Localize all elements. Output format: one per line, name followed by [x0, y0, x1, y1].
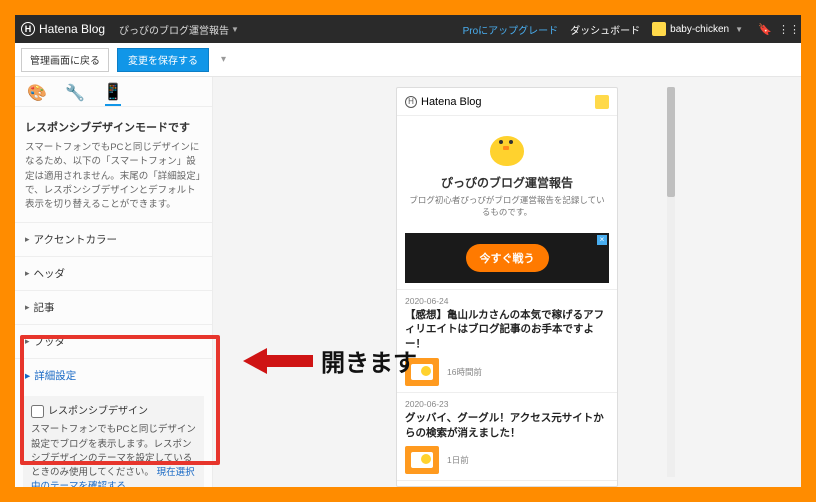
chevron-right-icon: ▸ [25, 370, 30, 382]
post-item[interactable]: 2020-06-22 [397, 480, 617, 486]
sidebar-item-header[interactable]: ▸ ヘッダ [15, 256, 212, 290]
post-ago: 1日前 [447, 454, 469, 466]
mobile-preview: H Hatena Blog ぴっぴのブログ運営報告 ブログ初心者ぴっぴがブログ運… [396, 87, 618, 487]
toolbar: 管理画面に戻る 変更を保存する ▾ [15, 43, 801, 77]
scrollbar[interactable] [667, 87, 675, 477]
sidebar-item-footer[interactable]: ▸ フッタ [15, 324, 212, 358]
preview-area: H Hatena Blog ぴっぴのブログ運営報告 ブログ初心者ぴっぴがブログ運… [213, 77, 801, 487]
brand-text: Hatena Blog [39, 22, 105, 36]
avatar-icon [652, 22, 666, 36]
preview-header: H Hatena Blog [397, 88, 617, 116]
sidebar-item-article[interactable]: ▸ 記事 [15, 290, 212, 324]
post-title[interactable]: グッバイ、グーグル！アクセス元サイトからの検索が消えました！ [405, 411, 609, 440]
blog-description: ブログ初心者ぴっぴがブログ運営報告を記録しているものです。 [407, 195, 607, 219]
arrow-left-icon [243, 348, 313, 374]
blog-title[interactable]: ぴっぴのブログ運営報告 [407, 174, 607, 191]
responsive-checkbox[interactable] [31, 405, 44, 418]
chevron-right-icon: ▸ [25, 268, 30, 279]
preview-brand: Hatena Blog [421, 96, 482, 108]
apps-icon[interactable]: ⋮⋮ [783, 22, 795, 36]
sidebar: 🎨 🔧 📱 レスポンシブデザインモードです スマートフォンでもPCと同じデザイン… [15, 77, 213, 487]
mode-title: レスポンシブデザインモードです [15, 107, 212, 141]
bookmark-icon[interactable]: 🔖 [759, 22, 771, 36]
caret-down-icon[interactable]: ▼ [231, 25, 239, 34]
detail-panel: レスポンシブデザイン スマートフォンでもPCと同じデザイン設定でブログを表示しま… [23, 396, 204, 487]
sidebar-item-label: ヘッダ [34, 266, 66, 281]
breadcrumb[interactable]: ぴっぴのブログ運営報告 [119, 22, 229, 37]
post-date: 2020-06-24 [405, 296, 609, 306]
dashboard-link[interactable]: ダッシュボード [570, 22, 640, 37]
smartphone-icon[interactable]: 📱 [105, 80, 121, 106]
annotation-text: 開きます [321, 343, 417, 378]
sidebar-item-label: アクセントカラー [34, 232, 117, 247]
mode-desc: スマートフォンでもPCと同じデザインになるため、以下の「スマートフォン」設定は適… [15, 141, 212, 222]
ad-cta-button[interactable]: 今すぐ戦う [466, 244, 549, 272]
caret-down-icon[interactable]: ▾ [221, 54, 226, 65]
post-date: 2020-06-23 [405, 399, 609, 409]
user-menu[interactable]: baby-chicken ▼ [652, 22, 743, 36]
back-button[interactable]: 管理画面に戻る [21, 48, 109, 72]
hatena-logo-icon: H [405, 96, 417, 108]
top-header: H Hatena Blog ぴっぴのブログ運営報告 ▼ Proにアップグレード … [15, 15, 801, 43]
sidebar-item-accent[interactable]: ▸ アクセントカラー [15, 222, 212, 256]
avatar-icon[interactable] [595, 95, 609, 109]
sidebar-item-label: 詳細設定 [34, 368, 76, 383]
chevron-right-icon: ▸ [25, 302, 30, 313]
wrench-icon[interactable]: 🔧 [67, 80, 83, 106]
annotation: 開きます [243, 343, 417, 378]
save-button[interactable]: 変更を保存する [117, 48, 209, 72]
post-item[interactable]: 2020-06-24 【感想】亀山ルカさんの本気で稼げるアフィリエイトはブログ記… [397, 289, 617, 392]
sidebar-item-label: フッタ [34, 334, 66, 349]
scrollbar-thumb[interactable] [667, 87, 675, 197]
post-title[interactable]: 【感想】亀山ルカさんの本気で稼げるアフィリエイトはブログ記事のお手本ですよー！ [405, 308, 609, 352]
sidebar-item-detail[interactable]: ▸ 詳細設定 [15, 358, 212, 392]
caret-down-icon: ▼ [735, 25, 743, 34]
sidebar-item-label: 記事 [34, 300, 55, 315]
post-item[interactable]: 2020-06-23 グッバイ、グーグル！アクセス元サイトからの検索が消えました… [397, 392, 617, 480]
username: baby-chicken [670, 24, 729, 35]
post-thumbnail [405, 446, 439, 474]
ad-close-icon[interactable]: × [597, 235, 607, 245]
chevron-right-icon: ▸ [25, 234, 30, 245]
upgrade-pro-link[interactable]: Proにアップグレード [463, 22, 559, 37]
design-tabs: 🎨 🔧 📱 [15, 77, 212, 107]
ad-banner[interactable]: 今すぐ戦う × [405, 233, 609, 283]
responsive-checkbox-label: レスポンシブデザイン [48, 404, 148, 419]
post-ago: 16時間前 [447, 366, 482, 378]
blog-logo-icon [487, 130, 527, 166]
palette-icon[interactable]: 🎨 [29, 80, 45, 106]
chevron-right-icon: ▸ [25, 336, 30, 347]
brand[interactable]: H Hatena Blog [15, 22, 105, 36]
hatena-logo-icon: H [21, 22, 35, 36]
